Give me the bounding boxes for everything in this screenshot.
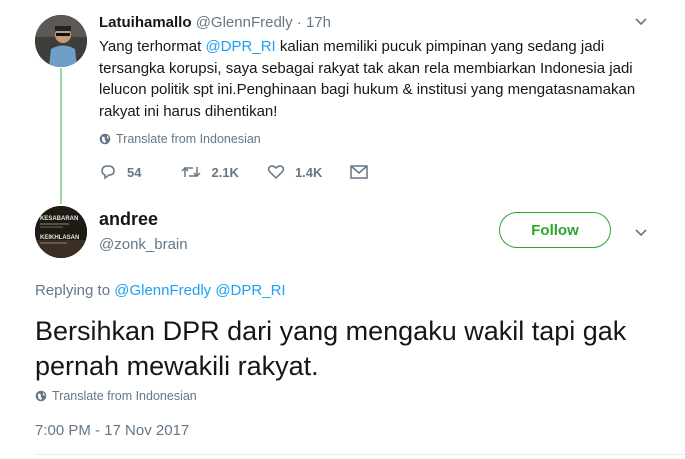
translate-link[interactable]: Translate from Indonesian [35,389,197,403]
chevron-down-icon[interactable] [634,226,648,245]
translate-label: Translate from Indonesian [116,132,261,146]
translate-label: Translate from Indonesian [52,389,197,403]
avatar[interactable] [35,15,87,67]
retweet-button[interactable]: 2.1K [181,163,239,181]
reply-count: 54 [127,164,142,180]
thread-line [60,68,62,204]
author-name[interactable]: andree [99,209,158,230]
avatar-photo: KESABARAN KEIKHLASAN [35,206,87,258]
author-handle[interactable]: @GlennFredly [196,14,293,31]
retweet-count: 2.1K [211,164,239,180]
replying-to: Replying to @GlennFredly @DPR_RI [35,282,286,299]
author-handle[interactable]: @zonk_brain [99,236,188,253]
reply-button[interactable]: 54 [99,163,141,181]
message-button[interactable] [350,165,369,179]
tweet-text: Bersihkan DPR dari yang mengaku wakil ta… [35,316,627,381]
tweet-text-part: Yang terhormat [99,38,206,55]
divider [35,454,685,455]
heart-icon [267,165,285,180]
globe-icon [99,133,111,145]
retweet-icon [181,166,201,178]
tweet-text: Yang terhormat @DPR_RI kalian memiliki p… [99,36,659,122]
mention-link[interactable]: @DPR_RI [215,282,285,299]
tweet-actions: 54 2.1K 1.4K [99,163,396,181]
reply-icon [101,165,115,180]
tweet-header: Latuihamallo @GlennFredly · 17h [99,14,331,31]
like-count: 1.4K [294,164,323,180]
replying-prefix: Replying to [35,282,111,299]
author-name[interactable]: Latuihamallo [99,14,192,31]
like-button[interactable]: 1.4K [267,163,322,181]
separator-dot: · [292,14,306,31]
time-ago[interactable]: 17h [306,14,331,31]
timestamp[interactable]: 7:00 PM - 17 Nov 2017 [35,422,189,439]
globe-icon [35,390,47,402]
mention-link[interactable]: @GlennFredly [114,282,211,299]
chevron-down-icon[interactable] [634,15,648,34]
avatar-text: KEIKHLASAN [40,235,79,241]
envelope-icon [350,165,369,179]
follow-label: Follow [531,221,579,239]
avatar-photo [35,15,87,67]
translate-link[interactable]: Translate from Indonesian [99,132,261,146]
avatar-text: KESABARAN [40,216,78,222]
mention-link[interactable]: @DPR_RI [205,38,275,55]
follow-button[interactable]: Follow [499,212,611,248]
avatar[interactable]: KESABARAN KEIKHLASAN [35,206,87,258]
